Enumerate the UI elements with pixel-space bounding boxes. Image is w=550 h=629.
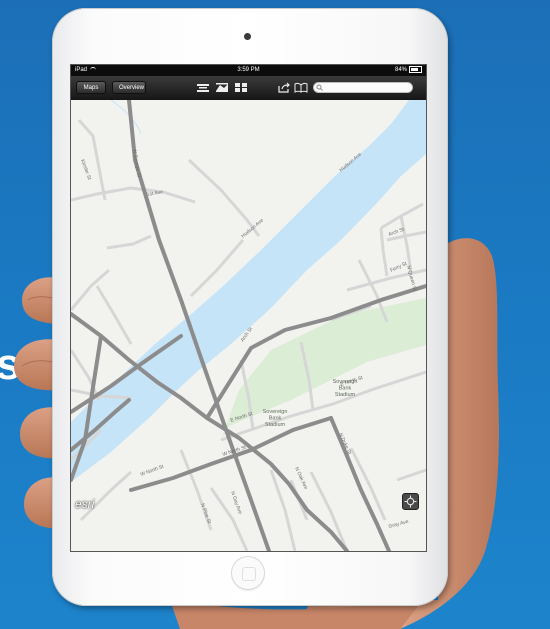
park-label-line-1: Sovereign: [263, 409, 288, 415]
locate-icon: [404, 495, 417, 508]
park-label-line-2: Bank: [269, 416, 282, 422]
status-battery: 84%: [395, 65, 422, 76]
battery-percent: 84%: [394, 67, 407, 73]
overview-button[interactable]: Overview: [112, 81, 146, 94]
esri-logo: esri: [75, 497, 95, 511]
home-button-square: [242, 567, 256, 581]
bookmarks-icon[interactable]: [294, 82, 308, 93]
locate-button[interactable]: [402, 493, 419, 510]
slide-stage: s iPad 3:59 PM 84% Maps Overview Hudson …: [0, 0, 550, 629]
park-label-2-line-3: Stadium: [335, 392, 356, 398]
legend-grid-icon[interactable]: [234, 82, 248, 93]
search-input[interactable]: [313, 82, 413, 93]
app-toolbar: Maps Overview: [71, 76, 426, 100]
maps-button[interactable]: Maps: [76, 81, 106, 94]
share-icon[interactable]: [277, 82, 291, 93]
ipad-device: iPad 3:59 PM 84% Maps Overview Hudson Av…: [52, 8, 448, 606]
battery-icon: [409, 65, 422, 73]
status-time: 3:59 PM: [237, 67, 260, 73]
status-bar: iPad 3:59 PM 84%: [71, 65, 426, 76]
park-label-line-3: Stadium: [265, 422, 286, 428]
ipad-screen: iPad 3:59 PM 84% Maps Overview Hudson Av…: [70, 64, 427, 552]
layers-icon[interactable]: [196, 82, 210, 93]
search-icon: [316, 84, 323, 91]
map-view[interactable]: Hudson Ave Hudson Ave 1st Ave N George S…: [71, 100, 426, 551]
front-camera: [244, 33, 251, 40]
park-label-2-line-1: Sovereign: [333, 379, 358, 385]
home-button[interactable]: [231, 556, 265, 590]
basemap-icon[interactable]: [215, 82, 229, 93]
park-label-2-line-2: Bank: [339, 386, 352, 392]
